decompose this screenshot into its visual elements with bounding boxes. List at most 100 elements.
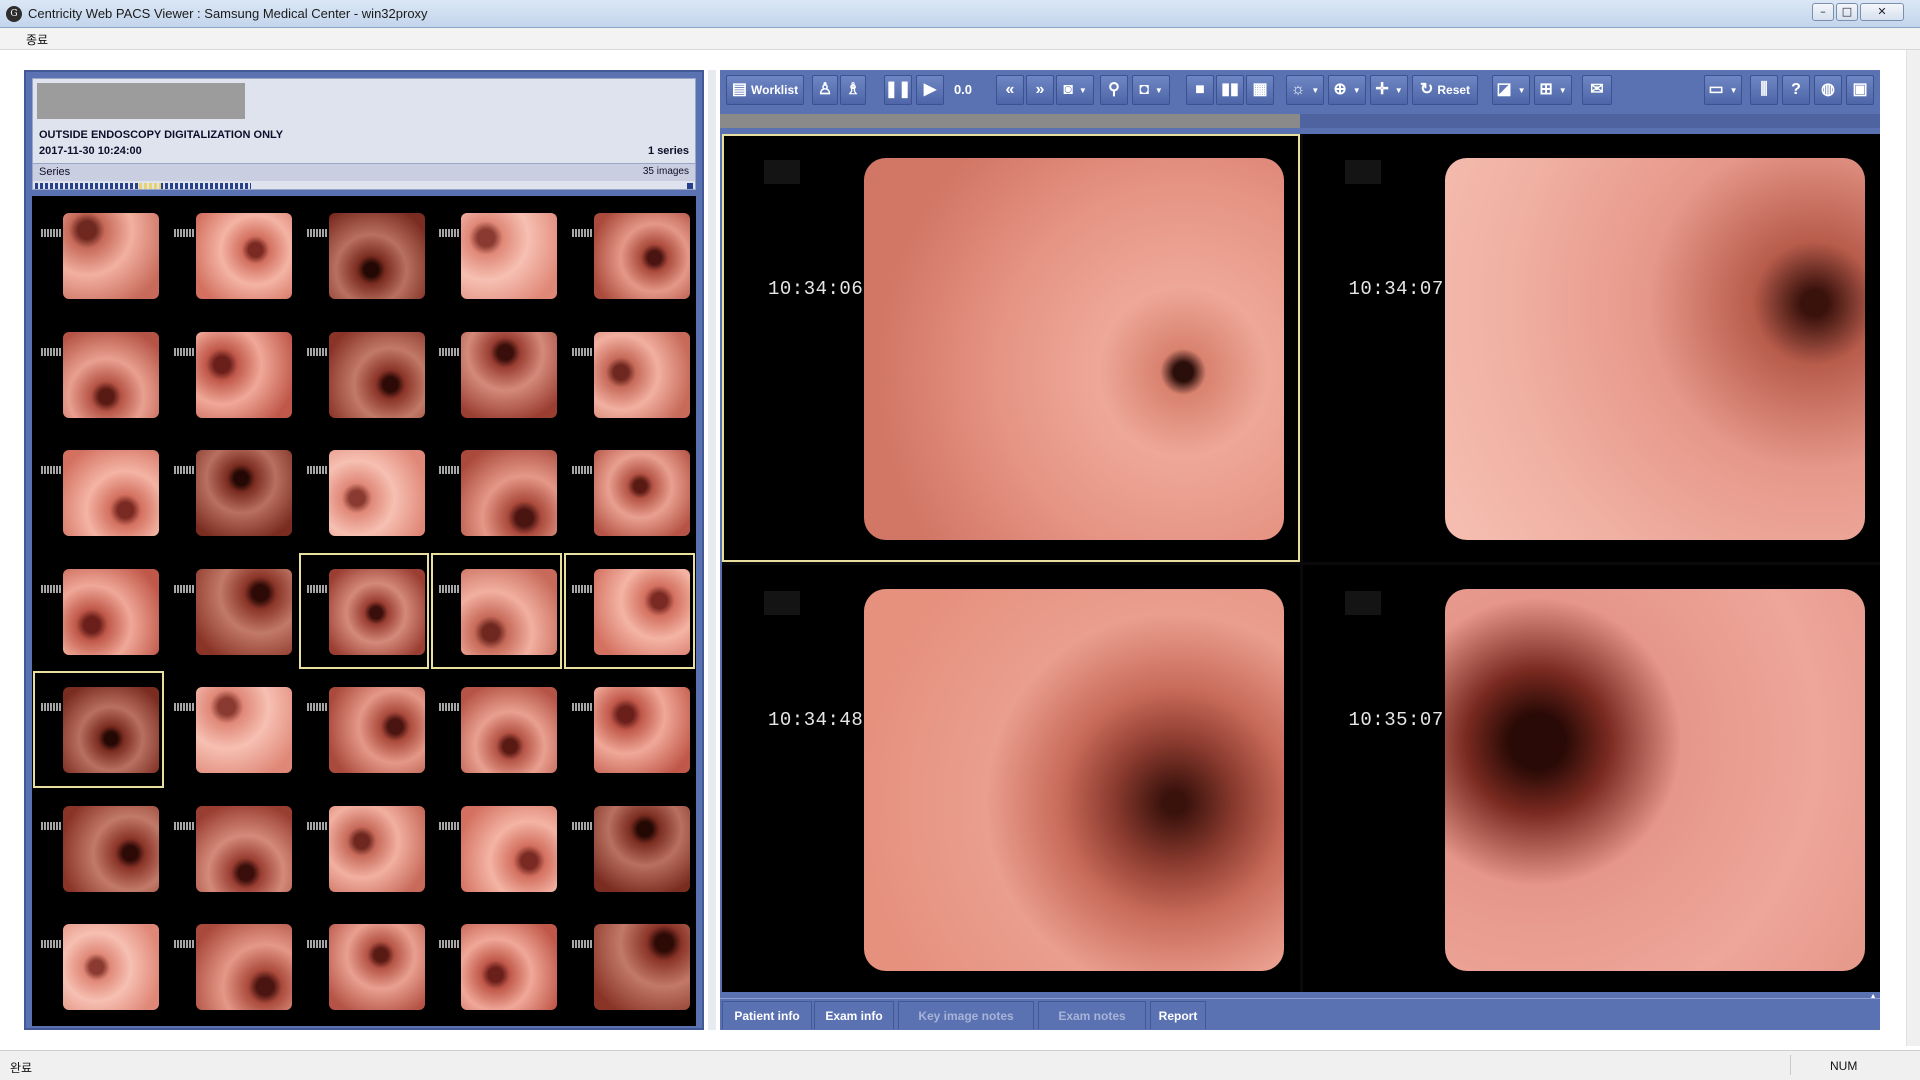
hanging-protocol-button[interactable]: ⊞ ▼ <box>1534 75 1572 105</box>
endoscopy-image <box>63 213 159 299</box>
thumbnail[interactable] <box>564 671 695 788</box>
endoscopy-image <box>461 924 558 1011</box>
thumbnail-timestamp <box>173 229 194 237</box>
tab-report[interactable]: Report <box>1150 1001 1206 1029</box>
pan-button[interactable]: ✛ ▼ <box>1370 75 1408 105</box>
tab-patient-info[interactable]: Patient info <box>722 1001 812 1029</box>
help-button[interactable]: ? <box>1782 75 1810 105</box>
thumbnail[interactable] <box>165 671 297 788</box>
maximize-button[interactable]: □ <box>1836 3 1858 21</box>
stop-button[interactable]: ◙ ▼ <box>1056 75 1094 105</box>
next-button[interactable]: » <box>1026 75 1054 105</box>
previous-button[interactable]: « <box>996 75 1024 105</box>
patient-icon-button[interactable]: ♙ <box>812 75 838 105</box>
thumbnail[interactable] <box>564 434 695 551</box>
thumbnail[interactable] <box>298 552 430 670</box>
about-button[interactable]: ◍ <box>1814 75 1842 105</box>
image-viewport[interactable]: 10:34:07 <box>1302 134 1880 562</box>
thumbnail-timestamp <box>173 466 194 475</box>
thumbnail-timestamp <box>173 703 194 712</box>
settings-button[interactable]: ⫼ <box>1750 75 1778 105</box>
thumbnail[interactable] <box>33 789 164 907</box>
thumbnail[interactable] <box>165 908 297 1025</box>
vertical-scrollbar[interactable] <box>1906 50 1920 1046</box>
strip-end <box>687 183 693 189</box>
cine-rate-value[interactable]: 0.0 <box>946 78 980 102</box>
thumbnail[interactable] <box>33 315 164 433</box>
series-row[interactable]: Series 35 images <box>33 163 695 181</box>
invert-button[interactable]: ◪ ▼ <box>1492 75 1530 105</box>
image-viewport[interactable]: 10:34:06 <box>722 134 1300 562</box>
reset-icon: ↻ <box>1419 81 1434 98</box>
tab-key-image-notes: Key image notes <box>898 1001 1034 1029</box>
close-button[interactable]: ✕ <box>1860 3 1904 21</box>
thumbnail[interactable] <box>431 197 563 314</box>
redacted-overlay <box>1344 590 1381 615</box>
thumbnail[interactable] <box>33 552 164 670</box>
endoscopy-image <box>328 805 425 892</box>
thumbnail[interactable] <box>165 197 297 314</box>
thumbnail[interactable] <box>431 552 563 670</box>
thumbnail-grid <box>32 196 696 1026</box>
thumbnail[interactable] <box>564 552 695 670</box>
pin-button[interactable]: ⚲ <box>1100 75 1128 105</box>
panel-splitter[interactable] <box>708 70 716 1030</box>
image-viewport[interactable]: 10:34:48 <box>722 564 1300 992</box>
zoom-button[interactable]: ⊕ ▼ <box>1328 75 1366 105</box>
thumbnail[interactable] <box>165 315 297 433</box>
thumbnail[interactable] <box>564 908 695 1025</box>
endoscopy-image <box>328 450 425 537</box>
help-icon: ? <box>1791 81 1801 98</box>
frame-timestamp: 10:35:07 <box>1348 708 1444 731</box>
thumbnail[interactable] <box>431 908 563 1025</box>
tab-exam-info[interactable]: Exam info <box>814 1001 894 1029</box>
thumbnail[interactable] <box>431 789 563 907</box>
thumbnail[interactable] <box>564 197 695 314</box>
thumbnail[interactable] <box>298 434 430 551</box>
tiles-icon: ⊞ <box>1539 81 1553 98</box>
thumbnail[interactable] <box>298 908 430 1025</box>
thumbnail[interactable] <box>33 434 164 551</box>
thumbnail-timestamp <box>173 584 194 593</box>
thumbnail[interactable] <box>33 197 164 314</box>
endoscopy-image <box>195 924 292 1011</box>
play-button[interactable]: ▶ <box>916 75 944 105</box>
viewport-title-bar <box>720 114 1880 128</box>
endoscopy-image <box>461 331 558 418</box>
thumbnail[interactable] <box>298 315 430 433</box>
thumbnail[interactable] <box>165 789 297 907</box>
thumbnail[interactable] <box>431 434 563 551</box>
redacted-overlay <box>1344 160 1381 184</box>
fullscreen-button[interactable]: ▣ <box>1846 75 1874 105</box>
thumbnail-timestamp <box>439 821 460 830</box>
layout-2x2-button[interactable]: ▦ <box>1246 75 1274 105</box>
thumbnail[interactable] <box>33 671 164 788</box>
thumbnail[interactable] <box>33 908 164 1025</box>
capture-button[interactable]: ◘ ▼ <box>1132 75 1170 105</box>
email-button[interactable]: ✉ <box>1582 75 1612 105</box>
thumbnail[interactable] <box>298 671 430 788</box>
layout-1x1-button[interactable]: ■ <box>1186 75 1214 105</box>
menu-item-exit[interactable]: 종료 <box>26 31 48 48</box>
patient-group-button[interactable]: ♗ <box>840 75 866 105</box>
window-level-button[interactable]: ☼ ▼ <box>1286 75 1324 105</box>
pause-button[interactable]: ❚❚ <box>884 75 912 105</box>
image-viewport[interactable]: 10:35:07 <box>1302 564 1880 992</box>
endoscopy-image <box>195 331 292 418</box>
worklist-button[interactable]: ▤ Worklist <box>726 75 804 105</box>
display-options-button[interactable]: ▭ ▼ <box>1704 75 1742 105</box>
thumbnail[interactable] <box>431 315 563 433</box>
thumbnail[interactable] <box>298 197 430 314</box>
reset-button[interactable]: ↻ Reset <box>1412 75 1478 105</box>
image-position-strip[interactable] <box>35 183 695 189</box>
thumbnail[interactable] <box>564 315 695 433</box>
thumbnail[interactable] <box>431 671 563 788</box>
thumbnail[interactable] <box>165 552 297 670</box>
layout-1x2-button[interactable]: ▮▮ <box>1216 75 1244 105</box>
thumbnail[interactable] <box>564 789 695 907</box>
minimize-button[interactable]: – <box>1812 3 1834 21</box>
thumbnail[interactable] <box>165 434 297 551</box>
dropdown-icon: ▼ <box>1311 85 1320 95</box>
endoscopy-image <box>328 213 425 299</box>
thumbnail[interactable] <box>298 789 430 907</box>
